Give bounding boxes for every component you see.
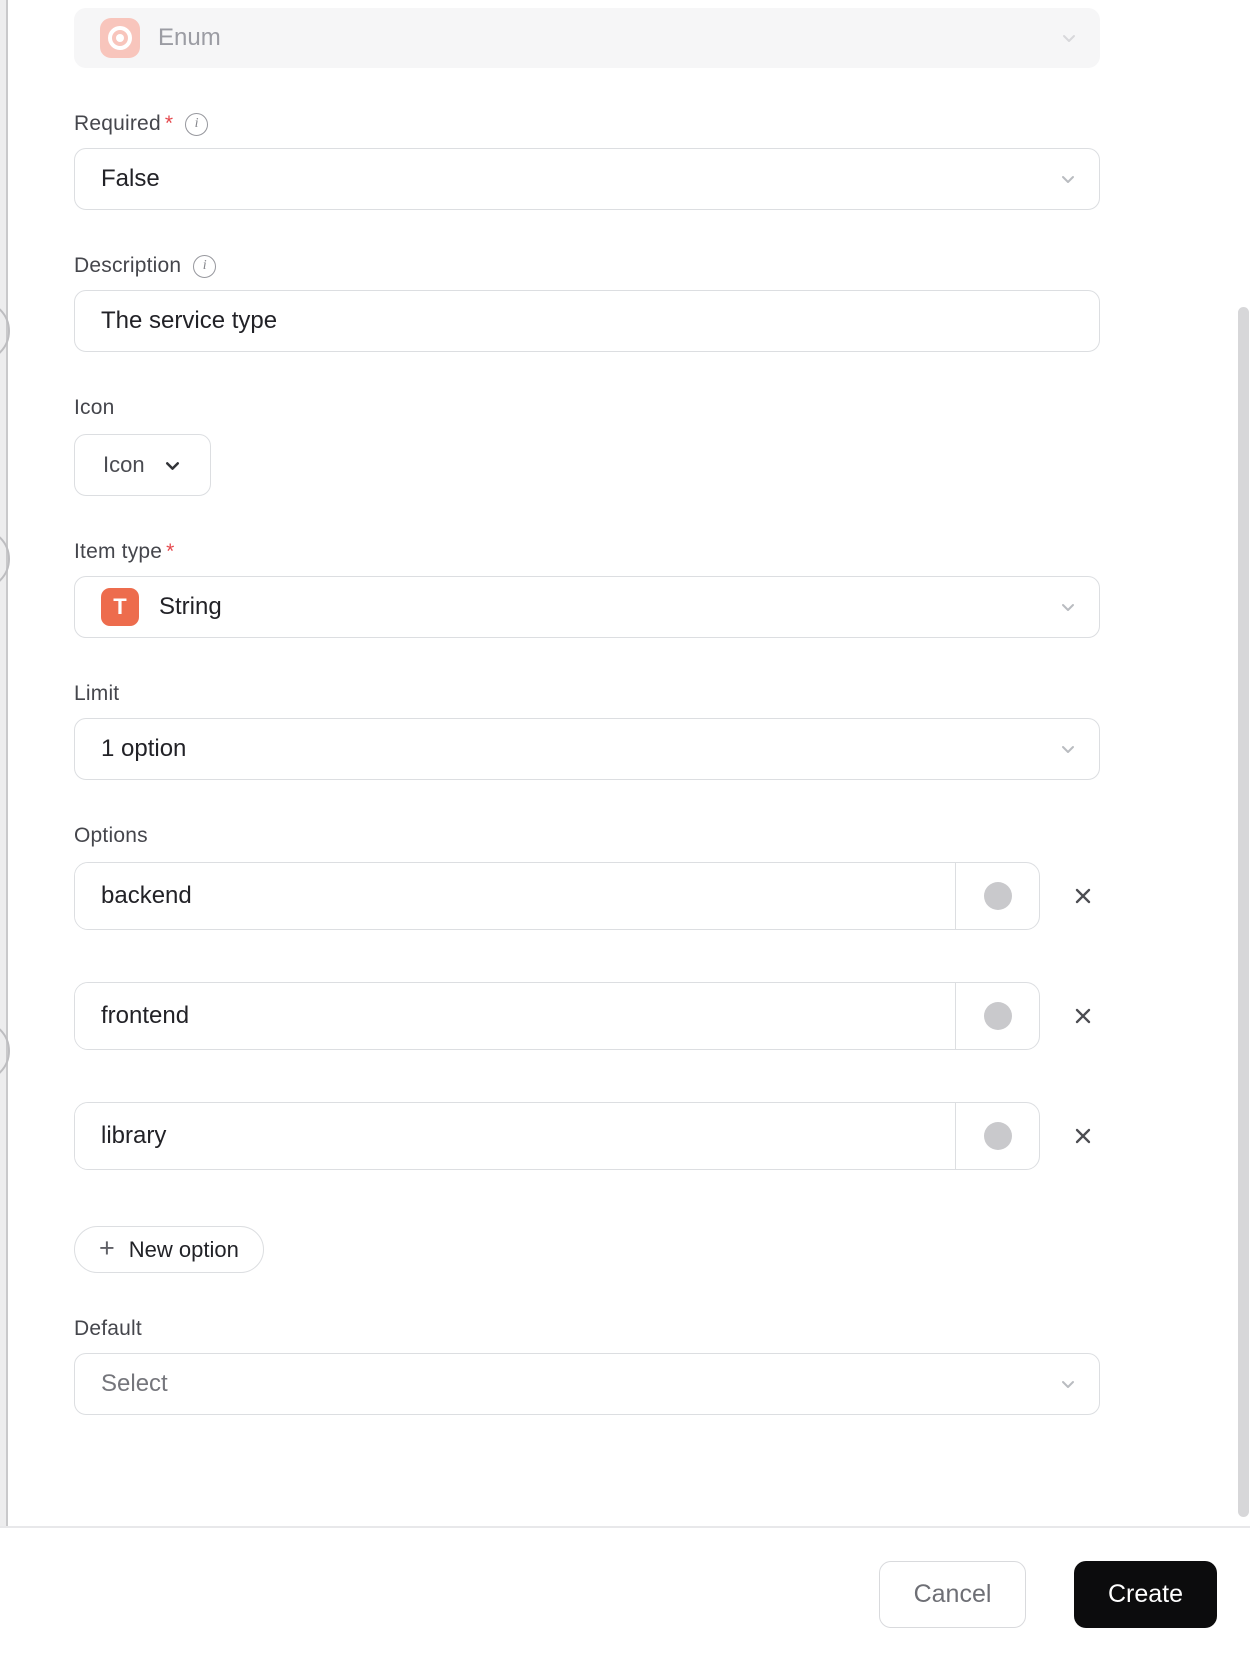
item-type-value: String (159, 593, 222, 620)
limit-label-row: Limit (74, 682, 1100, 706)
option-row (74, 1102, 1100, 1170)
info-icon[interactable]: i (193, 254, 217, 278)
plus-icon: + (99, 1233, 115, 1263)
required-label: Required (74, 112, 161, 135)
required-asterisk: * (164, 112, 174, 135)
options-label: Options (74, 824, 148, 847)
limit-value: 1 option (101, 735, 187, 762)
option-input-group (74, 862, 1040, 930)
background-arc (0, 300, 10, 362)
new-option-label: New option (128, 1236, 239, 1262)
cancel-button[interactable]: Cancel (879, 1560, 1026, 1628)
option-input-group (74, 1102, 1040, 1170)
description-label: Description (74, 254, 182, 277)
item-type-asterisk: * (166, 540, 175, 563)
item-type-label-row: Item type * (74, 540, 1100, 564)
option-color-picker[interactable] (955, 1103, 1039, 1169)
description-input[interactable] (74, 290, 1100, 352)
close-icon (1075, 1128, 1091, 1144)
string-type-icon: T (101, 588, 139, 626)
option-row (74, 982, 1100, 1050)
create-field-form: Enum Required * i False Description i Ic… (10, 0, 1250, 1526)
chevron-down-icon (1059, 740, 1077, 758)
chevron-down-icon (1059, 598, 1077, 616)
default-label: Default (74, 1317, 142, 1340)
icon-label-row: Icon (74, 396, 1100, 420)
background-arc (0, 1020, 10, 1082)
create-button[interactable]: Create (1074, 1560, 1217, 1628)
remove-option-button[interactable] (1066, 999, 1100, 1033)
enum-target-icon (100, 18, 140, 58)
chevron-down-icon (1060, 29, 1078, 47)
close-icon (1075, 1008, 1091, 1024)
icon-label: Icon (74, 396, 115, 419)
chevron-down-icon (165, 461, 179, 470)
option-row (74, 862, 1100, 930)
chevron-down-icon (1059, 170, 1077, 188)
required-label-row: Required * i (74, 112, 1100, 136)
option-value-input[interactable] (75, 1103, 955, 1169)
required-value: False (101, 165, 160, 192)
field-type-value: Enum (158, 24, 221, 51)
default-label-row: Default (74, 1317, 1100, 1341)
option-input-group (74, 982, 1040, 1050)
field-type-select[interactable]: Enum (74, 8, 1100, 68)
icon-picker-label: Icon (103, 452, 145, 477)
dialog-footer: Cancel Create (0, 1526, 1250, 1660)
item-type-label: Item type (74, 540, 163, 563)
chevron-down-icon (1059, 1375, 1077, 1393)
color-swatch-icon (983, 1122, 1012, 1150)
option-value-input[interactable] (75, 983, 955, 1049)
remove-option-button[interactable] (1066, 1119, 1100, 1153)
option-value-input[interactable] (75, 863, 955, 929)
background-arc (0, 528, 10, 590)
option-color-picker[interactable] (955, 983, 1039, 1049)
color-swatch-icon (983, 882, 1012, 910)
option-color-picker[interactable] (955, 863, 1039, 929)
options-label-row: Options (74, 824, 1100, 848)
description-label-row: Description i (74, 254, 1100, 278)
new-option-button[interactable]: + New option (74, 1226, 264, 1273)
limit-select[interactable]: 1 option (74, 718, 1100, 780)
limit-label: Limit (74, 682, 120, 705)
item-type-select[interactable]: T String (74, 576, 1100, 638)
info-icon[interactable]: i (185, 112, 209, 136)
close-icon (1075, 888, 1091, 904)
required-select[interactable]: False (74, 148, 1100, 210)
default-select[interactable]: Select (74, 1353, 1100, 1415)
default-placeholder: Select (101, 1370, 168, 1397)
color-swatch-icon (983, 1002, 1012, 1030)
scrollbar[interactable] (1238, 307, 1249, 1517)
remove-option-button[interactable] (1066, 879, 1100, 913)
background-panel-edge (0, 0, 10, 1660)
icon-picker-button[interactable]: Icon (74, 434, 211, 496)
